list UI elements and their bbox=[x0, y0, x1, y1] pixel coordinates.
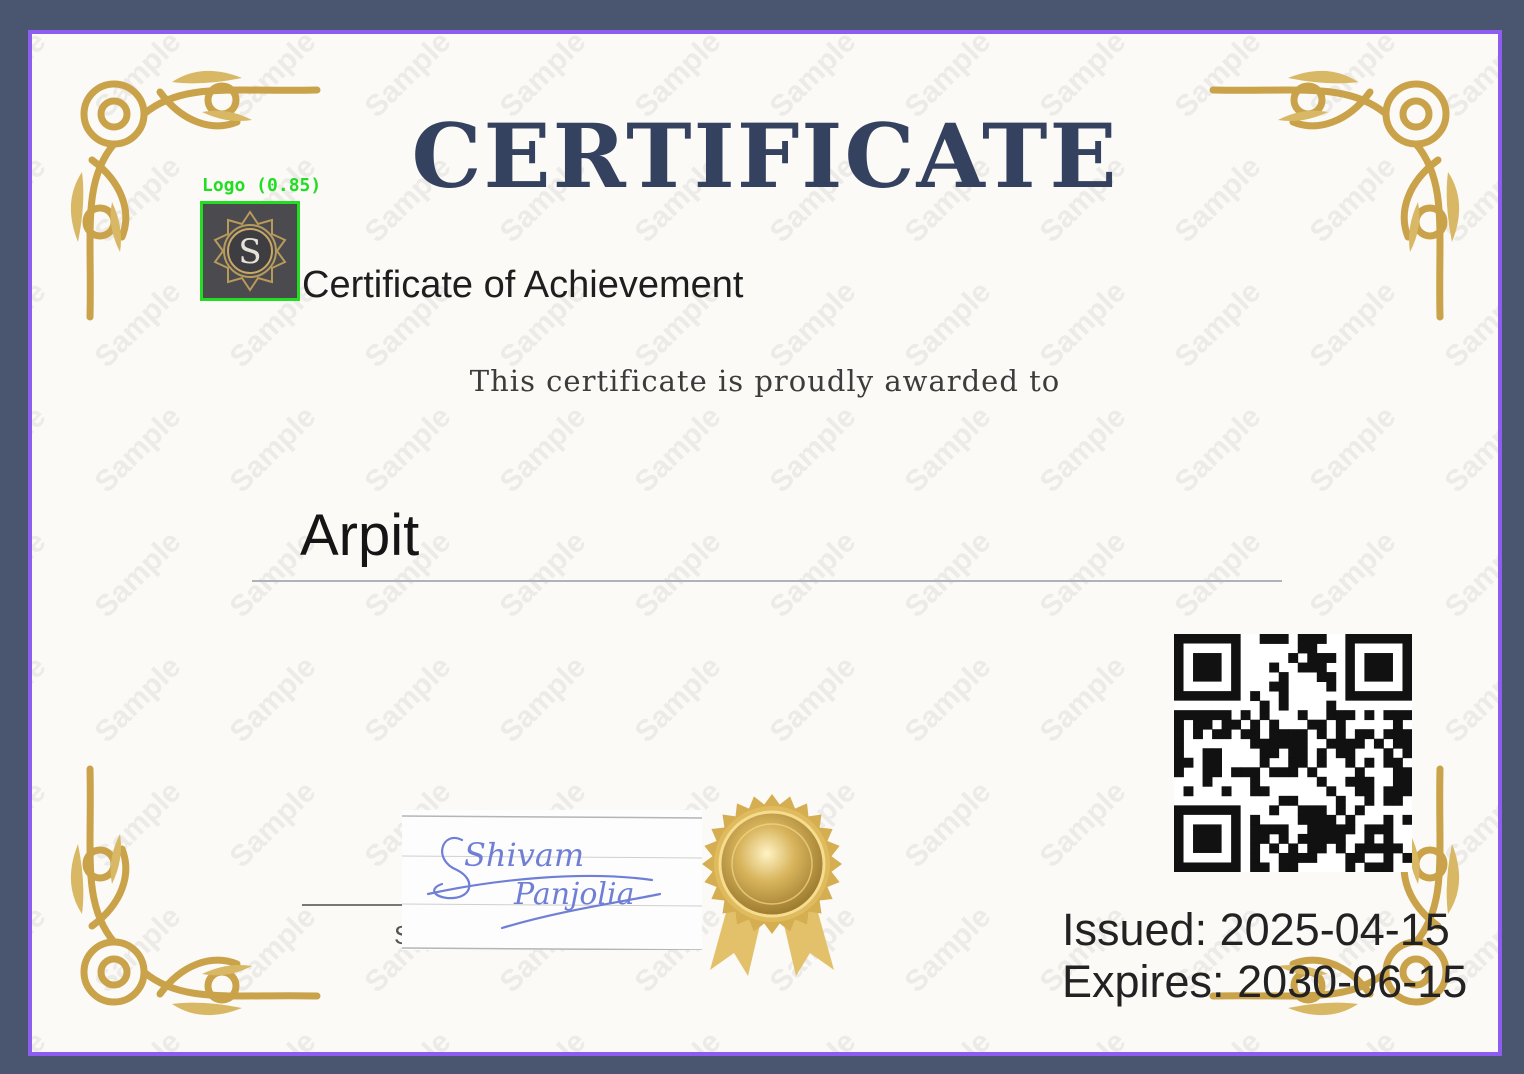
watermark-word: Sample bbox=[1169, 400, 1268, 499]
watermark-word: Sample bbox=[1034, 525, 1133, 624]
certificate-subtitle: Certificate of Achievement bbox=[302, 264, 744, 306]
expires-label: Expires: bbox=[1062, 956, 1238, 1007]
watermark-word: Sample bbox=[1439, 650, 1498, 749]
watermark-word: Sample bbox=[224, 400, 323, 499]
watermark-word: Sample bbox=[89, 525, 188, 624]
watermark-word: Sample bbox=[1034, 400, 1133, 499]
watermark-word: Sample bbox=[89, 650, 188, 749]
watermark-word: Sample bbox=[899, 650, 998, 749]
recipient-name: Arpit bbox=[300, 503, 420, 568]
expires-date-line: Expires: 2030-06-15 bbox=[1062, 956, 1467, 1008]
signature-image: Shivam Panjolia bbox=[401, 810, 703, 951]
watermark-word: Sample bbox=[1439, 525, 1498, 624]
watermark-word: Sample bbox=[899, 525, 998, 624]
logo-detection-box: S bbox=[200, 201, 300, 301]
watermark-word: Sample bbox=[629, 1025, 728, 1052]
watermark-word: Sample bbox=[1034, 275, 1133, 374]
watermark-word: Sample bbox=[1034, 775, 1133, 874]
watermark-word: Sample bbox=[359, 1025, 458, 1052]
watermark-word: Sample bbox=[32, 1025, 52, 1052]
watermark-word: Sample bbox=[32, 525, 52, 624]
watermark-word: Sample bbox=[764, 1025, 863, 1052]
watermark-word: Sample bbox=[494, 1025, 593, 1052]
signature-first-name: Shivam bbox=[464, 836, 584, 874]
issued-date: 2025-04-15 bbox=[1219, 904, 1450, 955]
name-underline bbox=[252, 580, 1282, 582]
watermark-word: Sample bbox=[899, 775, 998, 874]
watermark-word: Sample bbox=[359, 400, 458, 499]
awarded-to-text: This certificate is proudly awarded to bbox=[469, 364, 1061, 398]
watermark-word: Sample bbox=[1034, 1025, 1133, 1052]
corner-ornament-bottom-left bbox=[70, 765, 321, 1016]
watermark-word: Sample bbox=[764, 275, 863, 374]
watermark-word: Sample bbox=[32, 775, 52, 874]
qr-code[interactable] bbox=[1174, 634, 1412, 872]
issued-label: Issued: bbox=[1062, 904, 1220, 955]
issued-date-line: Issued: 2025-04-15 bbox=[1062, 904, 1450, 956]
watermark-word: Sample bbox=[1439, 400, 1498, 499]
watermark-word: Sample bbox=[764, 650, 863, 749]
gold-seal-icon bbox=[702, 794, 842, 976]
watermark-word: Sample bbox=[629, 650, 728, 749]
logo-emblem-icon: S bbox=[213, 210, 287, 292]
certificate-frame: Sample Sample Sample Sample Sample Sample Samp… bbox=[28, 30, 1502, 1056]
logo-detection-label: Logo (0.85) bbox=[202, 175, 322, 196]
watermark-word: Sample bbox=[494, 525, 593, 624]
watermark-word: Sample bbox=[1169, 525, 1268, 624]
watermark-word: Sample bbox=[764, 525, 863, 624]
watermark-word: Sample bbox=[1034, 650, 1133, 749]
watermark-word: Sample bbox=[32, 275, 52, 374]
signature-line bbox=[302, 904, 412, 906]
watermark-word: Sample bbox=[629, 525, 728, 624]
watermark-word: Sample bbox=[359, 650, 458, 749]
expires-date: 2030-06-15 bbox=[1237, 956, 1468, 1007]
watermark-word: Sample bbox=[32, 650, 52, 749]
watermark-word: Sample bbox=[899, 1025, 998, 1052]
logo-letter: S bbox=[238, 232, 261, 272]
watermark-word: Sample bbox=[899, 275, 998, 374]
watermark-word: Sample bbox=[764, 400, 863, 499]
watermark-word: Sample bbox=[1304, 525, 1403, 624]
watermark-word: Sample bbox=[494, 650, 593, 749]
watermark-word: Sample bbox=[899, 400, 998, 499]
watermark-word: Sample bbox=[224, 650, 323, 749]
watermark-word: Sample bbox=[32, 900, 52, 999]
watermark-word: Sample bbox=[629, 400, 728, 499]
watermark-word: Sample bbox=[494, 400, 593, 499]
watermark-word: Sample bbox=[89, 400, 188, 499]
signature-last-name: Panjolia bbox=[513, 877, 634, 912]
watermark-word: Sample bbox=[899, 900, 998, 999]
watermark-word: Sample bbox=[32, 400, 52, 499]
watermark-word: Sample bbox=[1304, 400, 1403, 499]
